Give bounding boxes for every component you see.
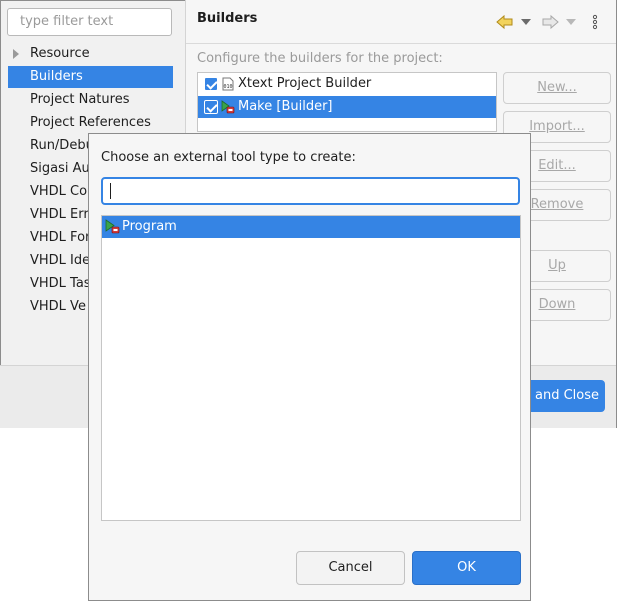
list-item-program[interactable]: Program [102,216,520,238]
header-separator [186,43,616,44]
program-launch-icon [105,219,120,234]
back-menu-icon[interactable] [520,17,532,27]
apply-and-close-button[interactable]: and Close [520,380,605,412]
list-item-label: Program [122,219,177,234]
tree-item-project-natures[interactable]: Project Natures [8,89,173,111]
new-button[interactable]: New... [503,72,611,104]
apply-and-close-label: and Close [534,388,599,403]
ok-button[interactable]: OK [412,551,521,585]
tool-type-list[interactable] [101,215,521,521]
tree-item-builders[interactable]: Builders [8,66,173,88]
cancel-button[interactable]: Cancel [296,551,405,585]
tree-item-project-references[interactable]: Project References [8,112,173,134]
builder-label: Xtext Project Builder [238,76,372,91]
checkbox-checked-icon[interactable] [204,100,218,114]
builder-label: Make [Builder] [238,99,333,114]
text-caret [110,183,111,199]
builder-row-xtext[interactable]: 010 Xtext Project Builder [198,73,496,95]
dialog-prompt: Choose an external tool type to create: [101,150,356,165]
tree-item-resource[interactable]: Resource [8,43,173,65]
builders-description: Configure the builders for the project: [197,51,443,66]
builder-row-make[interactable]: Make [Builder] [198,96,496,118]
back-arrow-icon[interactable] [496,14,514,30]
forward-arrow-icon[interactable] [541,14,559,30]
tool-type-search-input[interactable] [101,177,520,205]
external-tool-icon [221,100,235,114]
xtext-builder-icon: 010 [222,77,234,91]
forward-menu-icon[interactable] [565,17,577,27]
checkbox-checked-icon[interactable] [204,77,218,91]
view-menu-icon[interactable] [590,14,600,30]
svg-text:010: 010 [224,84,233,90]
page-title: Builders [197,11,258,26]
filter-input[interactable]: type filter text [7,8,172,36]
